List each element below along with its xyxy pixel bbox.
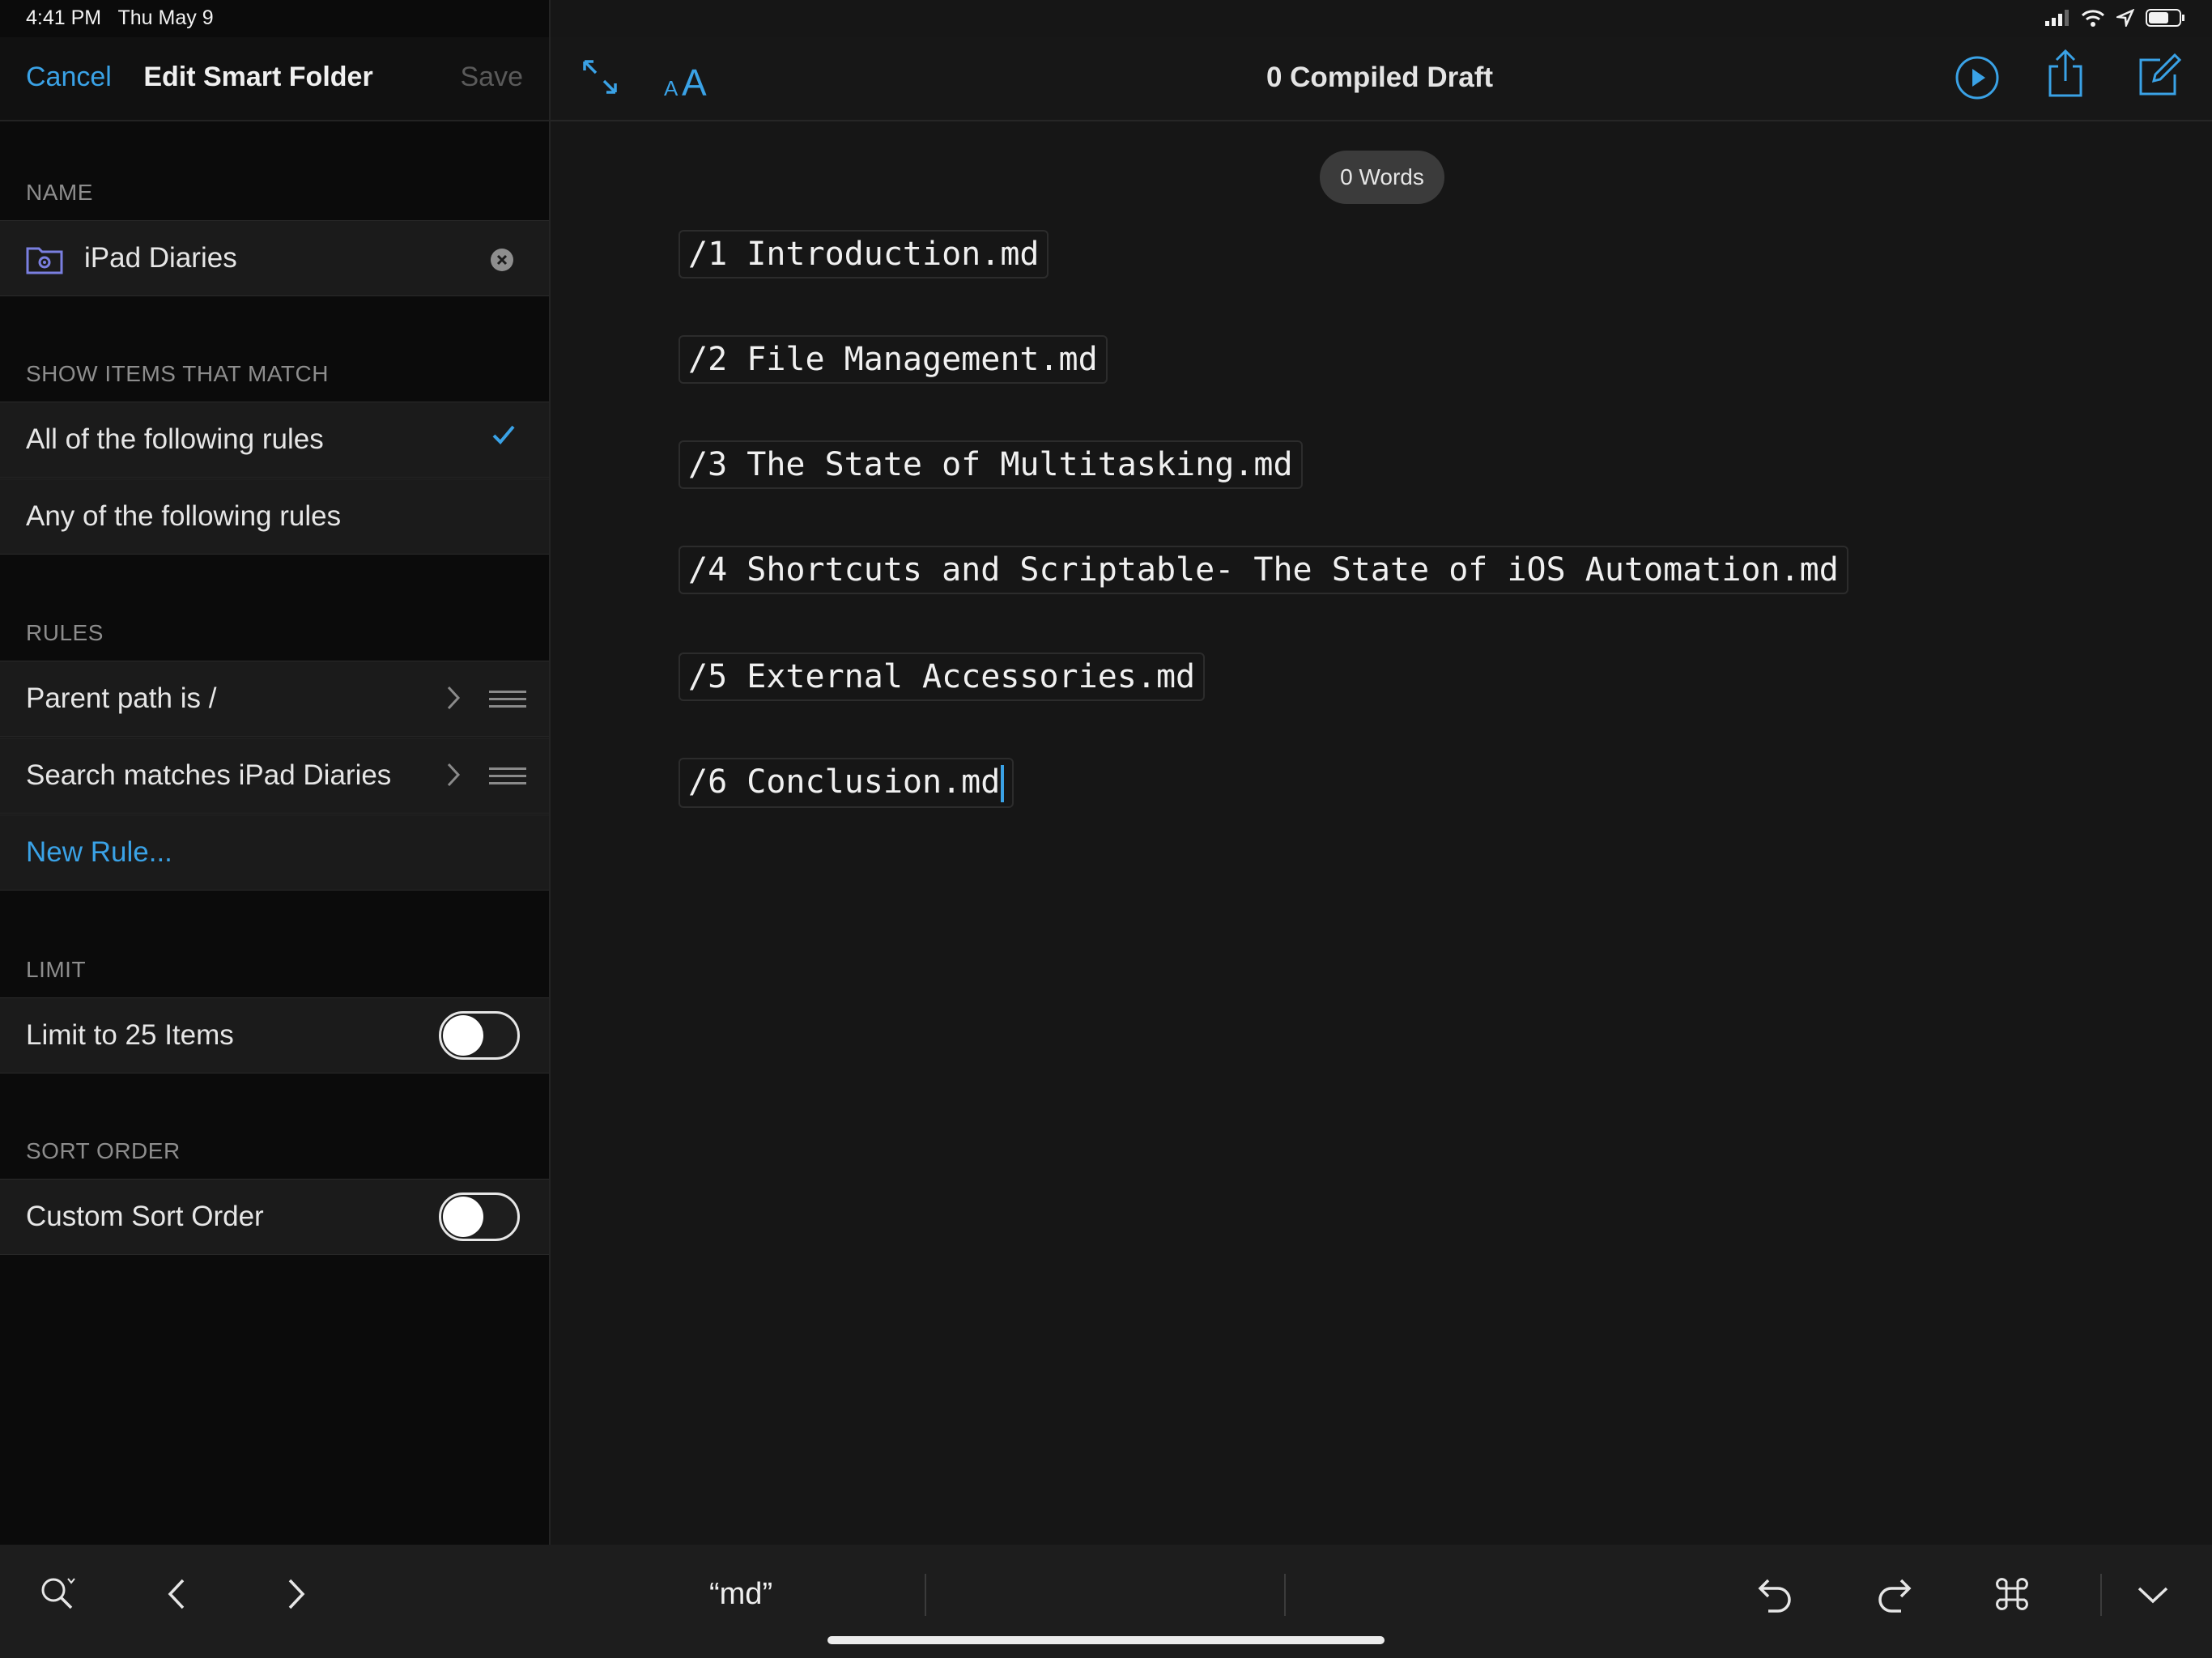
clear-text-button[interactable] <box>491 249 513 271</box>
rule-row[interactable]: Search matches iPad Diaries <box>0 738 549 814</box>
name-section-header: NAME <box>26 180 93 205</box>
reorder-handle-icon[interactable] <box>489 691 526 712</box>
text-line[interactable]: /1 Introduction.md <box>678 230 1049 278</box>
sidebar-title: Edit Smart Folder <box>143 62 373 92</box>
text-line[interactable]: /4 Shortcuts and Scriptable- The State o… <box>678 546 1848 594</box>
battery-icon <box>2146 9 2184 27</box>
word-count-badge[interactable]: 0 Words <box>1320 151 1444 204</box>
limit-section-header: LIMIT <box>26 957 87 982</box>
match-option-all[interactable]: All of the following rules <box>0 402 549 478</box>
text-line[interactable]: /5 External Accessories.md <box>678 653 1206 701</box>
sidebar-nav-bar: Cancel Edit Smart Folder Save <box>0 37 549 121</box>
compose-icon[interactable] <box>2138 53 2181 97</box>
toggle-knob <box>443 1197 483 1237</box>
limit-row: Limit to 25 Items <box>0 997 549 1073</box>
sort-section-header: SORT ORDER <box>26 1138 181 1163</box>
reorder-handle-icon[interactable] <box>489 767 526 789</box>
status-bar: 4:41 PM Thu May 9 <box>0 0 2212 37</box>
toolbar-divider <box>2100 1574 2102 1616</box>
location-icon <box>2116 9 2134 27</box>
wifi-icon <box>2081 10 2105 27</box>
editor-toolbar: A A 0 Compiled Draft <box>551 37 2212 121</box>
status-date: Thu May 9 <box>117 6 214 29</box>
search-icon[interactable] <box>39 1575 76 1613</box>
text-cursor <box>1001 765 1005 802</box>
name-field-row[interactable]: iPad Diaries <box>0 220 549 296</box>
checkmark-icon <box>492 425 515 444</box>
suggestion-divider <box>1284 1574 1286 1616</box>
new-rule-row[interactable]: New Rule... <box>0 814 549 891</box>
chevron-right-icon <box>447 763 461 787</box>
chevron-down-icon[interactable] <box>2136 1584 2170 1606</box>
status-time: 4:41 PM Thu May 9 <box>26 6 214 30</box>
toggle-knob <box>443 1015 483 1056</box>
chevron-right-icon[interactable] <box>283 1575 308 1613</box>
rule-label: Parent path is / <box>26 682 217 714</box>
rules-section-header: RULES <box>26 620 104 645</box>
limit-toggle[interactable] <box>439 1011 520 1060</box>
smart-folder-name-input[interactable]: iPad Diaries <box>84 242 237 274</box>
command-icon[interactable] <box>1993 1575 2031 1613</box>
status-indicators <box>2045 8 2186 28</box>
status-clock: 4:41 PM <box>26 6 102 29</box>
save-button[interactable]: Save <box>461 62 524 93</box>
signal-icon <box>2045 10 2069 26</box>
suggestion-divider <box>925 1574 926 1616</box>
match-option-label: All of the following rules <box>26 423 324 455</box>
sort-row: Custom Sort Order <box>0 1179 549 1255</box>
play-icon[interactable] <box>1955 55 2000 100</box>
text-line[interactable]: /3 The State of Multitasking.md <box>678 440 1303 489</box>
text-line: /6 Conclusion.md <box>688 763 1001 801</box>
sort-label: Custom Sort Order <box>26 1201 264 1232</box>
chevron-right-icon <box>447 686 461 710</box>
text-line-last[interactable]: /6 Conclusion.md <box>678 758 1015 808</box>
smart-folder-sidebar: Cancel Edit Smart Folder Save NAME iPad … <box>0 0 551 1545</box>
rule-label: Search matches iPad Diaries <box>26 759 392 791</box>
match-option-any[interactable]: Any of the following rules <box>0 478 549 555</box>
custom-sort-toggle[interactable] <box>439 1192 520 1241</box>
match-section-header: SHOW ITEMS THAT MATCH <box>26 361 329 386</box>
rule-row[interactable]: Parent path is / <box>0 661 549 737</box>
redo-icon[interactable] <box>1877 1575 1912 1613</box>
text-line[interactable]: /2 File Management.md <box>678 335 1108 384</box>
clear-icon <box>496 254 508 266</box>
chevron-left-icon[interactable] <box>165 1575 189 1613</box>
new-rule-button[interactable]: New Rule... <box>26 836 172 869</box>
share-icon[interactable] <box>2045 49 2086 99</box>
smart-folder-icon <box>26 247 63 274</box>
match-option-label: Any of the following rules <box>26 500 342 532</box>
undo-icon[interactable] <box>1757 1575 1793 1613</box>
autocomplete-suggestion[interactable]: “md” <box>709 1577 772 1612</box>
home-indicator[interactable] <box>827 1636 1385 1644</box>
limit-label: Limit to 25 Items <box>26 1019 234 1051</box>
